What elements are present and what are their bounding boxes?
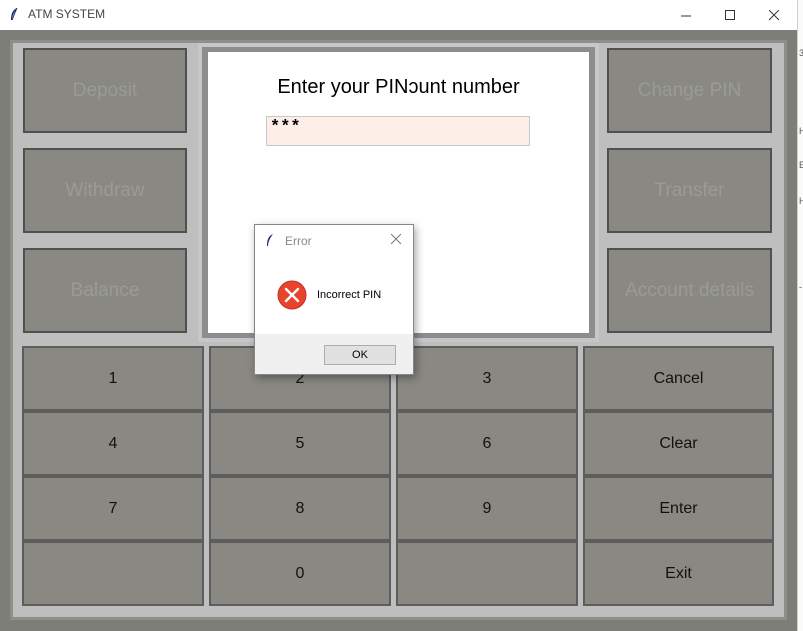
exit-button[interactable]: Exit <box>583 541 774 606</box>
error-dialog: Error Incorrect PIN OK <box>254 224 414 375</box>
screen-prompt: Enter your PINɔunt number <box>277 76 520 98</box>
key-blank-right[interactable] <box>396 541 578 606</box>
close-icon <box>768 9 779 20</box>
balance-button[interactable]: Balance <box>23 248 187 333</box>
deposit-button[interactable]: Deposit <box>23 48 187 133</box>
change-pin-button[interactable]: Change PIN <box>607 48 772 133</box>
edge-glyph: H <box>799 196 803 206</box>
title-bar: ATM SYSTEM <box>0 0 798 30</box>
ok-button[interactable]: OK <box>324 345 396 365</box>
key-7[interactable]: 7 <box>22 476 204 541</box>
window-title: ATM SYSTEM <box>28 7 106 21</box>
close-button[interactable] <box>751 0 797 30</box>
account-details-button[interactable]: Account details <box>607 248 772 333</box>
key-6[interactable]: 6 <box>396 411 578 476</box>
background-window-edge: 3 H E H - <box>797 0 803 631</box>
edge-glyph: E <box>799 160 803 170</box>
minimize-button[interactable] <box>663 0 709 30</box>
dialog-close-icon[interactable] <box>390 232 402 250</box>
withdraw-button[interactable]: Withdraw <box>23 148 187 233</box>
minimize-icon <box>680 15 691 16</box>
feather-icon <box>9 7 19 26</box>
edge-glyph: H <box>799 126 803 136</box>
feather-icon <box>265 233 275 252</box>
edge-glyph: 3 <box>799 48 803 58</box>
dialog-title: Error <box>285 234 312 248</box>
key-0[interactable]: 0 <box>209 541 391 606</box>
maximize-icon <box>724 9 735 20</box>
edge-glyph: - <box>799 282 802 292</box>
enter-button[interactable]: Enter <box>583 476 774 541</box>
key-blank-left[interactable] <box>22 541 204 606</box>
key-8[interactable]: 8 <box>209 476 391 541</box>
error-icon <box>277 280 307 315</box>
clear-button[interactable]: Clear <box>583 411 774 476</box>
key-1[interactable]: 1 <box>22 346 204 411</box>
transfer-button[interactable]: Transfer <box>607 148 772 233</box>
dialog-footer: OK <box>255 334 413 374</box>
key-4[interactable]: 4 <box>22 411 204 476</box>
key-5[interactable]: 5 <box>209 411 391 476</box>
dialog-message: Incorrect PIN <box>317 289 382 301</box>
cancel-button[interactable]: Cancel <box>583 346 774 411</box>
pin-input[interactable]: *** <box>266 116 530 146</box>
maximize-button[interactable] <box>707 0 753 30</box>
key-9[interactable]: 9 <box>396 476 578 541</box>
key-3[interactable]: 3 <box>396 346 578 411</box>
